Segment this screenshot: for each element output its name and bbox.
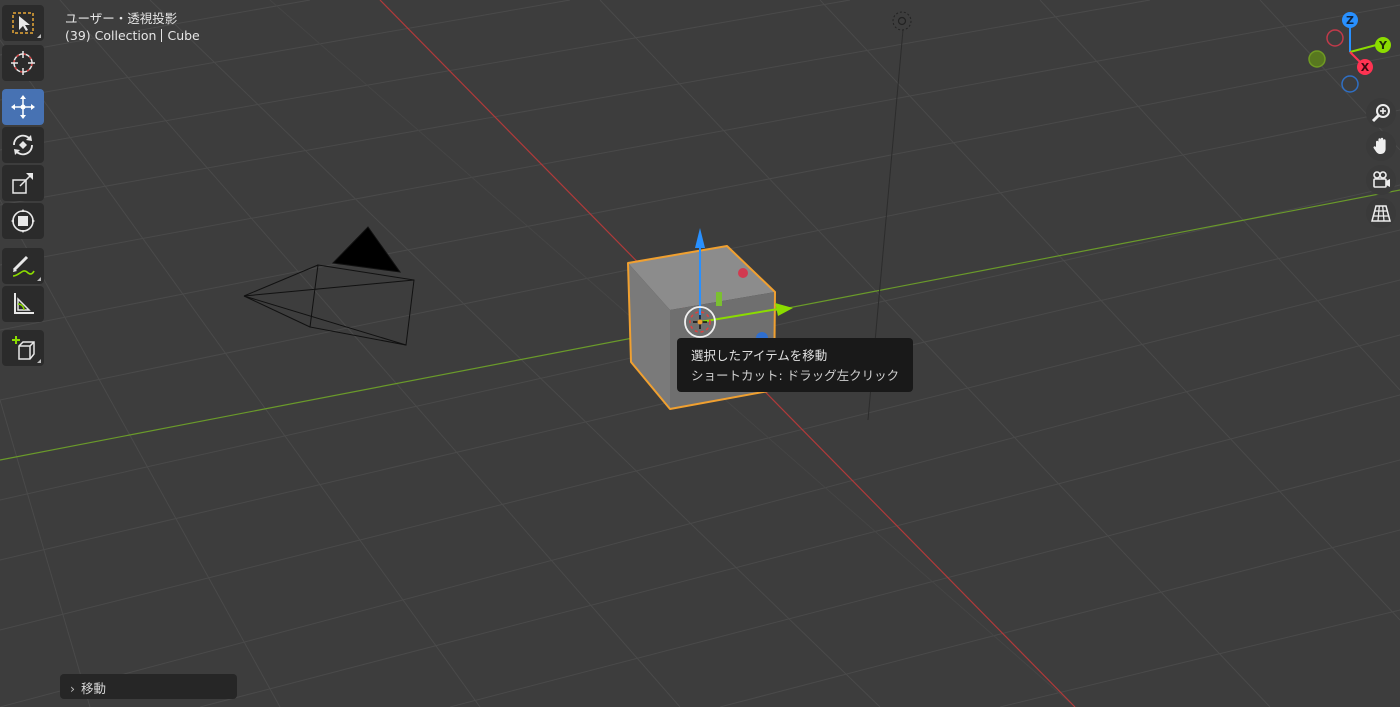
- ortho-toggle-button[interactable]: [1366, 198, 1396, 228]
- gizmo-y-label: Y: [1378, 39, 1388, 52]
- tool-measure[interactable]: [2, 286, 44, 322]
- navigation-gizmo[interactable]: Z Y X: [1300, 8, 1400, 98]
- camera-view-icon: [1373, 171, 1390, 188]
- tooltip: 選択したアイテムを移動 ショートカット: ドラッグ左クリック: [677, 338, 913, 392]
- tool-add-cube[interactable]: [2, 330, 44, 366]
- last-operator-label: 移動: [81, 681, 107, 696]
- rotate-icon: [13, 134, 33, 156]
- tool-move[interactable]: [2, 89, 44, 125]
- camera-view-button[interactable]: [1366, 165, 1396, 195]
- tool-variants-indicator: [37, 34, 41, 38]
- chevron-right-icon: ›: [70, 681, 75, 696]
- measure-icon: [14, 293, 34, 314]
- tool-rotate[interactable]: [2, 127, 44, 163]
- info-separator: [161, 29, 163, 42]
- annotate-icon: [12, 255, 35, 277]
- gizmo-neg-y[interactable]: [1308, 50, 1326, 68]
- zoom-icon: [1371, 104, 1390, 123]
- grid-ortho-icon: [1371, 205, 1391, 222]
- view-title: ユーザー・透視投影: [65, 11, 178, 26]
- tool-select-box[interactable]: [2, 5, 44, 41]
- camera-object[interactable]: [243, 226, 415, 346]
- tool-variants-indicator: [37, 359, 41, 363]
- object-info: (39) Collection Cube: [65, 28, 200, 43]
- collection-name: (39) Collection: [65, 28, 157, 43]
- add-cube-icon: [12, 336, 35, 360]
- tooltip-title: 選択したアイテムを移動: [691, 348, 828, 363]
- last-operator-panel[interactable]: › 移動: [60, 674, 237, 699]
- object-name: Cube: [167, 28, 200, 43]
- select-box-icon: [12, 12, 34, 34]
- zoom-button[interactable]: [1366, 98, 1396, 128]
- scale-icon: [12, 173, 33, 194]
- transform-icon: [11, 209, 35, 233]
- light-icon[interactable]: [892, 11, 912, 31]
- tooltip-shortcut: ショートカット: ドラッグ左クリック: [691, 368, 900, 383]
- tool-cursor[interactable]: [2, 45, 44, 81]
- hand-pan-icon: [1373, 137, 1386, 154]
- cursor-icon: [11, 51, 35, 75]
- gizmo-neg-x[interactable]: [1326, 29, 1344, 47]
- tool-variants-indicator: [37, 277, 41, 281]
- tool-scale[interactable]: [2, 165, 44, 201]
- move-icon: [11, 95, 35, 119]
- gizmo-z-label: Z: [1346, 14, 1354, 27]
- tool-annotate[interactable]: [2, 248, 44, 284]
- tool-transform[interactable]: [2, 203, 44, 239]
- gizmo-x-label: X: [1361, 61, 1370, 74]
- pan-button[interactable]: [1366, 131, 1396, 161]
- gizmo-neg-z[interactable]: [1341, 75, 1359, 93]
